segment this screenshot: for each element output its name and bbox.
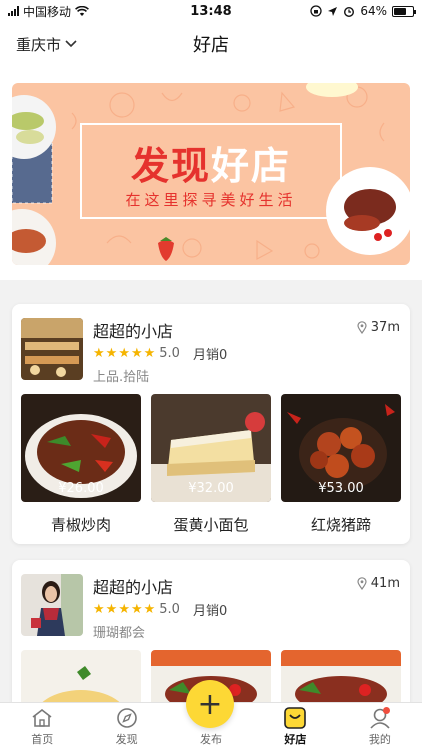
tab-label: 发布 — [200, 733, 223, 746]
dish-item[interactable]: ¥32.00 蛋黄小面包 — [151, 394, 271, 535]
dish-name: 红烧猪蹄 — [310, 516, 371, 534]
status-time: 13:48 — [190, 3, 232, 19]
rating-value: 5.0 — [159, 346, 180, 361]
compass-icon — [116, 705, 138, 731]
alarm-icon — [344, 7, 355, 17]
monthly-sales: 月销0 — [192, 604, 228, 619]
banner-title-white: 好店 — [211, 144, 292, 188]
star-icon: ★ — [93, 602, 105, 617]
dish-image: ¥26.00 — [21, 394, 141, 502]
rating-value: 5.0 — [159, 602, 180, 617]
shop-avatar — [21, 318, 83, 380]
carrier-label: 中国移动 — [23, 4, 72, 19]
city-selector[interactable]: 重庆市 — [16, 34, 77, 55]
wifi-icon — [75, 5, 89, 16]
star-icon: ★ — [105, 602, 118, 617]
dish-price: ¥53.00 — [318, 481, 364, 496]
battery-icon — [392, 5, 416, 17]
plus-icon: + — [197, 686, 223, 722]
dish-price: ¥32.00 — [188, 481, 234, 496]
battery-percent: 64% — [360, 4, 387, 18]
tab-label: 好店 — [284, 733, 307, 746]
shop-avatar — [21, 574, 83, 636]
signal-icon — [8, 6, 19, 16]
location-icon — [328, 6, 338, 16]
star-icon: ★ — [143, 346, 156, 361]
star-icon: ★ — [130, 602, 143, 617]
banner-title-red: 发现 — [130, 144, 211, 188]
dish-image: ¥32.00 — [151, 394, 271, 502]
publish-button[interactable]: + — [186, 680, 234, 728]
home-icon — [31, 705, 53, 731]
shop-name: 超超的小店 — [93, 578, 174, 597]
dish-item[interactable]: ¥26.00 青椒炒肉 — [21, 394, 141, 535]
dish-list: ¥26.00 青椒炒肉 ¥32.00 蛋黄小面包 ¥53.00 红烧猪蹄 — [21, 394, 401, 535]
tab-discover[interactable]: 发现 — [84, 703, 168, 750]
shop-area: 珊瑚都会 — [93, 626, 146, 641]
tab-me[interactable]: 我的 — [338, 703, 422, 750]
dish-name: 青椒炒肉 — [50, 516, 111, 534]
distance-value: 41m — [370, 576, 400, 591]
dish-item[interactable]: ¥53.00 红烧猪蹄 — [281, 394, 401, 535]
dish-image: ¥53.00 — [281, 394, 401, 502]
shop-distance: 37m — [357, 320, 400, 335]
banner-section: 发现好店 在这里探寻美好生活 — [0, 66, 422, 280]
lock-rotation-icon — [310, 5, 322, 17]
shop-rating: ★ ★ ★ ★ ★ 5.0 月销0 — [93, 600, 227, 619]
tab-shops[interactable]: 好店 — [253, 703, 337, 750]
shop-name: 超超的小店 — [93, 322, 174, 341]
banner-title: 发现好店 — [12, 135, 410, 190]
shop-header[interactable]: 超超的小店 ★ ★ ★ ★ ★ 5.0 月销0 珊瑚都会 41m — [12, 560, 410, 650]
nav-bar: 重庆市 好店 — [0, 22, 422, 66]
dish-name: 蛋黄小面包 — [173, 516, 249, 534]
tab-home[interactable]: 首页 — [0, 703, 84, 750]
banner-subtitle: 在这里探寻美好生活 — [125, 191, 297, 209]
location-pin-icon — [357, 321, 367, 334]
shop-card[interactable]: 超超的小店 ★ ★ ★ ★ ★ 5.0 月销0 上品.拾陆 37m ¥26.00 青椒炒… — [12, 304, 410, 544]
tab-label: 首页 — [31, 733, 54, 746]
city-label: 重庆市 — [16, 35, 62, 54]
distance-value: 37m — [370, 320, 400, 335]
star-icon: ★ — [105, 346, 118, 361]
location-pin-icon — [357, 577, 367, 590]
shop-rating: ★ ★ ★ ★ ★ 5.0 月销0 — [93, 344, 227, 363]
shop-icon — [284, 705, 307, 731]
shop-area: 上品.拾陆 — [93, 370, 150, 385]
star-icon: ★ — [130, 346, 143, 361]
monthly-sales: 月销0 — [192, 348, 228, 363]
dish-price: ¥26.00 — [58, 481, 104, 496]
shop-header[interactable]: 超超的小店 ★ ★ ★ ★ ★ 5.0 月销0 上品.拾陆 37m — [12, 304, 410, 394]
chevron-down-icon — [65, 40, 77, 48]
status-bar: 中国移动 13:48 64% — [0, 0, 422, 22]
star-icon: ★ — [118, 602, 130, 617]
star-icon: ★ — [93, 346, 105, 361]
notification-dot — [383, 707, 391, 714]
banner[interactable]: 发现好店 在这里探寻美好生活 — [12, 83, 410, 265]
star-icon: ★ — [118, 346, 130, 361]
tab-label: 我的 — [368, 733, 391, 746]
star-icon: ★ — [143, 602, 156, 617]
shop-distance: 41m — [357, 576, 400, 591]
tab-label: 发现 — [115, 733, 138, 746]
